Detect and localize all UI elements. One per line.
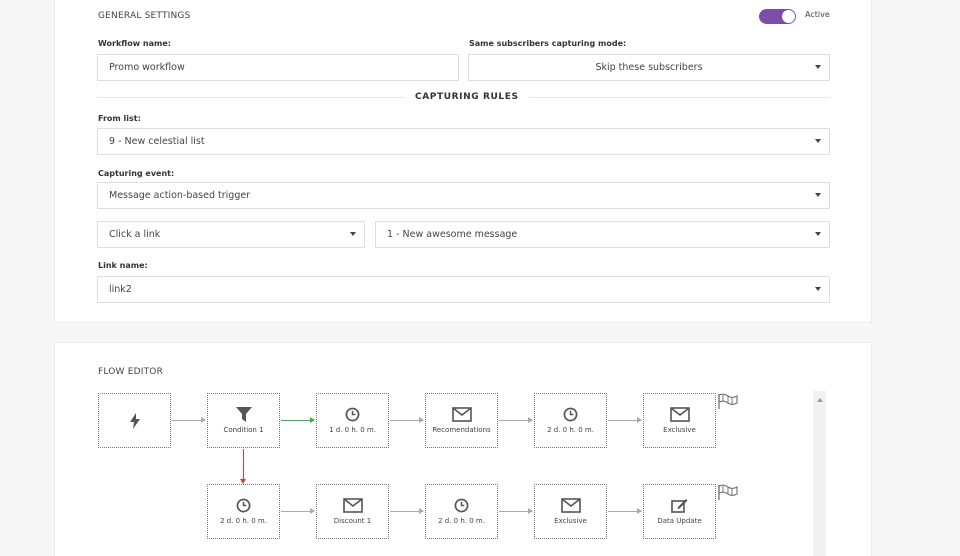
flow-node-email[interactable]: Exclusive xyxy=(534,484,607,539)
capturing-event-label: Capturing event: xyxy=(98,169,175,178)
active-toggle[interactable] xyxy=(759,9,796,24)
workflow-name-label: Workflow name: xyxy=(98,39,171,48)
flow-connector xyxy=(390,508,424,514)
flow-connector xyxy=(499,508,533,514)
flow-node-label: Exclusive xyxy=(554,517,587,525)
chevron-down-icon xyxy=(815,287,821,291)
chevron-down-icon xyxy=(815,139,821,143)
general-settings-title: GENERAL SETTINGS xyxy=(98,11,191,21)
flow-node-email[interactable]: Exclusive xyxy=(643,393,716,448)
capturing-rules-title: CAPTURING RULES xyxy=(405,92,529,102)
clock-icon xyxy=(345,407,360,422)
workflow-name-value: Promo workflow xyxy=(109,62,185,73)
flow-node-email[interactable]: Recomendations xyxy=(425,393,498,448)
flow-connector xyxy=(172,417,206,423)
flow-editor-title: FLOW EDITOR xyxy=(98,367,164,377)
flow-node-label: 1 d. 0 h. 0 m. xyxy=(329,426,376,434)
message-value: 1 - New awesome message xyxy=(387,229,518,240)
same-subscribers-value: Skip these subscribers xyxy=(595,62,703,73)
flow-node-label: Exclusive xyxy=(663,426,696,434)
from-list-label: From list: xyxy=(98,114,141,123)
flow-connector-false xyxy=(240,449,246,484)
toggle-knob xyxy=(782,10,795,23)
flow-node-condition[interactable]: Condition 1 xyxy=(207,393,280,448)
envelope-icon xyxy=(560,498,581,513)
flow-node-delay[interactable]: 2 d. 0 h. 0 m. xyxy=(425,484,498,539)
flow-connector xyxy=(608,417,642,423)
flow-connector-true xyxy=(281,417,315,423)
clock-icon xyxy=(454,498,469,513)
flow-node-delay[interactable]: 1 d. 0 h. 0 m. xyxy=(316,393,389,448)
clock-icon xyxy=(236,498,251,513)
capturing-event-select[interactable]: Message action-based trigger xyxy=(97,182,830,209)
flow-node-label: 2 d. 0 h. 0 m. xyxy=(438,517,485,525)
finish-flag-icon xyxy=(718,484,738,500)
link-name-label: Link name: xyxy=(98,261,148,270)
active-label: Active xyxy=(805,10,830,19)
capturing-event-value: Message action-based trigger xyxy=(109,190,251,201)
flow-node-email[interactable]: Discount 1 xyxy=(316,484,389,539)
same-subscribers-select[interactable]: Skip these subscribers xyxy=(468,54,830,81)
from-list-select[interactable]: 9 - New celestial list xyxy=(97,128,830,155)
flow-connector xyxy=(608,508,642,514)
clock-icon xyxy=(563,407,578,422)
from-list-value: 9 - New celestial list xyxy=(109,136,205,147)
flow-scrollbar[interactable] xyxy=(813,391,826,556)
action-select[interactable]: Click a link xyxy=(97,221,365,248)
flow-connector xyxy=(390,417,424,423)
flow-connector xyxy=(281,508,315,514)
flow-node-delay[interactable]: 2 d. 0 h. 0 m. xyxy=(534,393,607,448)
general-settings-card: GENERAL SETTINGS Active Workflow name: P… xyxy=(54,0,872,323)
lightning-icon xyxy=(129,412,140,429)
flow-node-label: Recomendations xyxy=(432,426,491,434)
link-name-select[interactable]: link2 xyxy=(97,276,830,303)
envelope-icon xyxy=(342,498,363,513)
envelope-icon xyxy=(669,407,690,422)
chevron-down-icon xyxy=(815,65,821,69)
chevron-down-icon xyxy=(350,232,356,236)
link-name-value: link2 xyxy=(109,284,132,295)
chevron-down-icon xyxy=(815,193,821,197)
flow-node-label: Discount 1 xyxy=(333,517,372,525)
flow-connector xyxy=(499,417,533,423)
flow-node-trigger[interactable] xyxy=(98,393,171,448)
flow-node-delay[interactable]: 2 d. 0 h. 0 m. xyxy=(207,484,280,539)
edit-icon xyxy=(671,499,688,513)
scroll-up-arrow-icon[interactable] xyxy=(817,398,823,402)
chevron-down-icon xyxy=(815,232,821,236)
same-subscribers-label: Same subscribers capturing mode: xyxy=(469,39,627,48)
filter-icon xyxy=(235,407,252,422)
flow-node-data-update[interactable]: Data Update xyxy=(643,484,716,539)
flow-node-label: Condition 1 xyxy=(223,426,264,434)
envelope-icon xyxy=(451,407,472,422)
action-value: Click a link xyxy=(109,229,161,240)
flow-node-label: Data Update xyxy=(657,517,702,525)
flow-node-label: 2 d. 0 h. 0 m. xyxy=(220,517,267,525)
workflow-name-input[interactable]: Promo workflow xyxy=(97,54,459,81)
message-select[interactable]: 1 - New awesome message xyxy=(375,221,830,248)
finish-flag-icon xyxy=(718,393,738,409)
flow-editor-card: FLOW EDITOR Condition 1 1 d. 0 h. 0 m. R… xyxy=(54,342,872,556)
flow-node-label: 2 d. 0 h. 0 m. xyxy=(547,426,594,434)
